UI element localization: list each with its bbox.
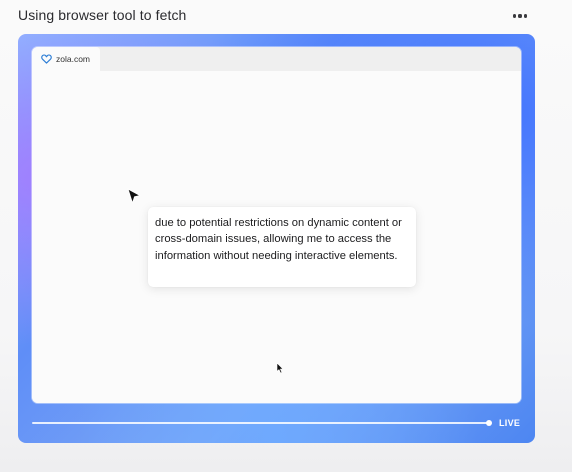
tab-bar: zola.com [32, 47, 521, 71]
browser-stream-frame: zola.com due to potential restrictions o… [18, 34, 535, 443]
mouse-cursor-icon [127, 188, 141, 204]
progress-knob[interactable] [486, 420, 492, 426]
secondary-cursor-icon [276, 362, 284, 374]
more-horizontal-icon [512, 14, 516, 18]
browser-window: zola.com due to potential restrictions o… [32, 47, 521, 403]
more-options-button[interactable] [508, 6, 532, 26]
tab-zola[interactable]: zola.com [32, 47, 100, 71]
narration-tooltip: due to potential restrictions on dynamic… [148, 207, 416, 287]
web-page-viewport[interactable]: due to potential restrictions on dynamic… [32, 71, 521, 403]
page-title: Using browser tool to fetch [18, 7, 187, 23]
heart-outline-icon [41, 54, 52, 64]
tab-label: zola.com [56, 54, 91, 64]
screen: Using browser tool to fetch zola.com due… [0, 0, 572, 472]
tooltip-text: due to potential restrictions on dynamic… [155, 217, 402, 262]
playback-progress-bar[interactable] [32, 422, 491, 424]
live-badge: LIVE [499, 418, 521, 428]
